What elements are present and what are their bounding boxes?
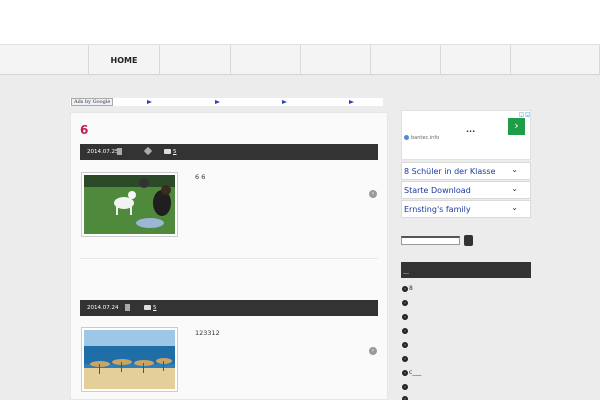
list-item[interactable]: › bbox=[401, 312, 531, 322]
post-date: 2014.07.24 bbox=[87, 305, 119, 311]
ad-link-arrow-icon[interactable] bbox=[349, 100, 354, 104]
list-item[interactable]: › c___ bbox=[401, 368, 531, 378]
post-thumbnail[interactable] bbox=[81, 172, 178, 237]
sidebar-ad[interactable]: i × ... bantec.info › bbox=[401, 110, 531, 160]
widget-header-accent bbox=[403, 273, 409, 274]
list-item[interactable]: › bbox=[401, 340, 531, 350]
post-excerpt: 6 6 bbox=[195, 173, 206, 181]
bullet-icon: › bbox=[402, 396, 408, 400]
chevron-down-icon: ⌄ bbox=[511, 184, 518, 193]
sidebar-link-label: Ernsting's family bbox=[404, 205, 471, 214]
bullet-icon: › bbox=[402, 300, 408, 306]
ad-link-arrow-icon[interactable] bbox=[147, 100, 152, 104]
list-item[interactable]: › bbox=[401, 394, 531, 400]
sidebar-link-label: 8 Schüler in der Klasse bbox=[404, 167, 496, 176]
bullet-icon: › bbox=[402, 370, 408, 376]
ad-info-icon bbox=[404, 135, 409, 140]
comment-count[interactable]: 5 bbox=[153, 305, 157, 311]
nav-item-6[interactable] bbox=[440, 45, 510, 75]
sidebar-link[interactable]: Starte Download ⌄ bbox=[401, 181, 531, 199]
post-divider bbox=[80, 258, 378, 259]
list-item[interactable]: › bbox=[401, 354, 531, 364]
bullet-icon: › bbox=[402, 342, 408, 348]
nav-item-3[interactable] bbox=[230, 45, 300, 75]
bullet-icon: › bbox=[402, 356, 408, 362]
widget-header bbox=[401, 262, 531, 278]
nav-home[interactable]: HOME bbox=[88, 45, 159, 75]
list-item-label[interactable]: 8 bbox=[409, 285, 413, 292]
post-meta-bar: 2014.07.24 5 bbox=[80, 300, 378, 316]
post-date: 2014.07.25 bbox=[87, 149, 119, 155]
bullet-icon: › bbox=[402, 286, 408, 292]
post-title[interactable]: 6 bbox=[80, 123, 88, 137]
search-input[interactable] bbox=[401, 236, 460, 245]
bullet-icon: › bbox=[402, 328, 408, 334]
list-item[interactable]: › bbox=[401, 326, 531, 336]
ad-link-arrow-icon[interactable] bbox=[215, 100, 220, 104]
post-meta-bar: 2014.07.25 5 bbox=[80, 144, 378, 160]
list-item[interactable]: › bbox=[401, 298, 531, 308]
sidebar-link-label: Starte Download bbox=[404, 186, 471, 195]
ad-headline[interactable]: ... bbox=[466, 125, 475, 134]
ad-go-button[interactable]: › bbox=[508, 118, 525, 135]
nav-item-5[interactable] bbox=[370, 45, 440, 75]
list-item-label[interactable]: c___ bbox=[409, 369, 421, 376]
main-content: 6 2014.07.25 5 6 6 › 2014.07.24 5 123312… bbox=[70, 112, 388, 400]
sidebar-link[interactable]: 8 Schüler in der Klasse ⌄ bbox=[401, 162, 531, 180]
sidebar-link[interactable]: Ernsting's family ⌄ bbox=[401, 200, 531, 218]
ad-link-arrow-icon[interactable] bbox=[282, 100, 287, 104]
main-nav: HOME bbox=[0, 45, 600, 75]
beach-photo bbox=[84, 330, 175, 389]
post-thumbnail[interactable] bbox=[81, 327, 178, 392]
comment-icon bbox=[144, 305, 151, 310]
nav-item-7[interactable] bbox=[510, 45, 600, 75]
bullet-icon: › bbox=[402, 384, 408, 390]
ad-choices-icon[interactable]: i bbox=[519, 112, 524, 118]
chevron-down-icon: ⌄ bbox=[511, 165, 518, 174]
bullet-icon: › bbox=[402, 314, 408, 320]
nav-item-2[interactable] bbox=[159, 45, 230, 75]
read-more-icon[interactable]: › bbox=[369, 190, 377, 198]
ad-url[interactable]: bantec.info bbox=[411, 135, 439, 141]
read-more-icon[interactable]: › bbox=[369, 347, 377, 355]
search-button[interactable] bbox=[464, 235, 473, 246]
site-header bbox=[0, 0, 600, 45]
ad-close-icon[interactable]: × bbox=[525, 112, 530, 118]
chevron-down-icon: ⌄ bbox=[511, 203, 518, 212]
ad-link-strip: Ads by Google bbox=[70, 98, 383, 106]
list-item[interactable]: › 8 bbox=[401, 284, 531, 294]
comment-icon bbox=[164, 149, 171, 154]
category-icon bbox=[117, 148, 122, 155]
tag-icon bbox=[143, 146, 153, 156]
list-item[interactable]: › bbox=[401, 382, 531, 392]
comment-count[interactable]: 5 bbox=[173, 149, 177, 155]
dog-photo bbox=[84, 175, 175, 234]
ads-by-google-label[interactable]: Ads by Google bbox=[71, 98, 114, 106]
post-excerpt: 123312 bbox=[195, 329, 220, 337]
nav-item-4[interactable] bbox=[300, 45, 370, 75]
category-icon bbox=[125, 304, 130, 311]
